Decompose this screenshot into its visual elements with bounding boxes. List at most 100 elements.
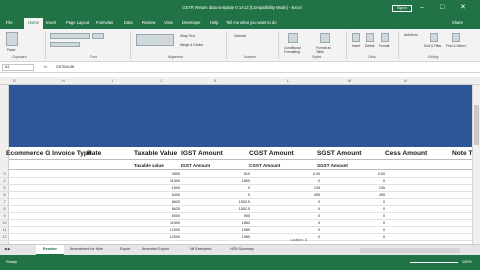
sheet-tab-export[interactable]: Export: [120, 247, 130, 251]
cell-sgst[interactable]: 0.00: [345, 172, 385, 176]
tab-insert[interactable]: Insert: [46, 20, 56, 25]
column-header-n[interactable]: N: [404, 79, 407, 83]
header-ecommerce-invoice-type[interactable]: Ecommerce G Invoice Type: [6, 150, 92, 157]
cell-taxable[interactable]: 1500: [150, 186, 180, 190]
alignment-icons[interactable]: [136, 34, 174, 46]
cell-taxable[interactable]: 8625: [150, 207, 180, 211]
tab-page-layout[interactable]: Page Layout: [66, 20, 89, 25]
subheader-igst-amount[interactable]: IGST Amount: [181, 163, 210, 168]
column-header-j[interactable]: J: [160, 79, 162, 83]
row-number[interactable]: 5: [0, 186, 9, 190]
row-number[interactable]: 6: [0, 193, 9, 197]
find-select-button[interactable]: Find & Select: [446, 44, 468, 48]
zoom-level[interactable]: 100%: [462, 260, 472, 264]
row-number[interactable]: 8: [0, 207, 9, 211]
cell-igst[interactable]: 0: [210, 186, 250, 190]
cell-cgst[interactable]: 0: [280, 179, 320, 183]
tell-me-search[interactable]: Tell me what you want to do: [226, 20, 277, 25]
sort-filter-button[interactable]: Sort & Filter: [424, 44, 442, 48]
tab-view[interactable]: View: [164, 20, 173, 25]
cell-taxable[interactable]: 5000: [150, 214, 180, 218]
sheet-nav-icon[interactable]: ◀ ▶: [4, 247, 11, 251]
cell-taxable[interactable]: 5400: [150, 193, 180, 197]
cell-igst[interactable]: 900: [210, 214, 250, 218]
cell-cgst[interactable]: 135: [280, 186, 320, 190]
delete-cells-button[interactable]: Delete: [365, 44, 375, 48]
autosum-button[interactable]: AutoSum: [404, 33, 418, 37]
cell-igst[interactable]: 1980: [210, 235, 250, 239]
row-number[interactable]: 7: [0, 200, 9, 204]
column-header-m[interactable]: M: [348, 79, 351, 83]
cell-igst[interactable]: 1863: [210, 221, 250, 225]
cell-igst[interactable]: 1552.5: [210, 207, 250, 211]
cell-sgst[interactable]: 0: [345, 200, 385, 204]
cell-cgst[interactable]: 0: [280, 214, 320, 218]
format-as-table-button[interactable]: Format as Table: [316, 46, 338, 54]
paste-icon[interactable]: [6, 32, 18, 46]
subheader-sgst-amount[interactable]: SGST Amount: [317, 163, 348, 168]
horizontal-scrollbar[interactable]: [360, 248, 460, 253]
cell-igst[interactable]: 1980: [210, 228, 250, 232]
cell-igst[interactable]: 0: [210, 193, 250, 197]
insert-cells-icon[interactable]: [352, 33, 360, 42]
paste-button[interactable]: Paste: [7, 48, 15, 52]
cell-cgst[interactable]: 0: [280, 228, 320, 232]
sort-filter-icon[interactable]: [430, 33, 438, 42]
tab-help[interactable]: Help: [210, 20, 218, 25]
row-number[interactable]: 9: [0, 214, 9, 218]
column-header-l[interactable]: L: [287, 79, 289, 83]
header-taxable-value[interactable]: Taxable Value: [134, 150, 177, 157]
header-sgst-amount[interactable]: SGST Amount: [317, 150, 361, 157]
sheet-tab-amendment-note[interactable]: Amendment for Note: [70, 247, 103, 251]
header-note[interactable]: Note T: [452, 150, 473, 157]
cell-cgst[interactable]: 0: [280, 221, 320, 225]
restore-icon[interactable]: □: [440, 4, 444, 12]
sheet-tab-hsn-summary[interactable]: HSN Summary: [230, 247, 254, 251]
cell-sgst[interactable]: 0: [345, 228, 385, 232]
scrollbar-thumb[interactable]: [474, 105, 479, 145]
wrap-text-button[interactable]: Wrap Text: [180, 34, 195, 38]
tab-review[interactable]: Review: [142, 20, 155, 25]
tab-file[interactable]: File: [6, 20, 13, 25]
cell-taxable[interactable]: 8625: [150, 200, 180, 204]
cell-igst[interactable]: 810: [210, 172, 250, 176]
cell-sgst[interactable]: 0: [345, 179, 385, 183]
zoom-slider[interactable]: [410, 262, 458, 263]
cell-taxable[interactable]: 4500: [150, 172, 180, 176]
cell-sgst[interactable]: 0: [345, 235, 385, 239]
subheader-cgst-amount[interactable]: CGST Amount: [249, 163, 280, 168]
sign-in-button[interactable]: Sign in: [392, 5, 412, 12]
name-box[interactable]: A1: [2, 64, 34, 71]
row-number[interactable]: 11: [0, 228, 9, 232]
vertical-scrollbar[interactable]: [472, 85, 480, 244]
cell-taxable[interactable]: 12000: [150, 235, 180, 239]
format-cells-button[interactable]: Format: [379, 44, 389, 48]
cell-taxable[interactable]: 11500: [150, 179, 180, 183]
font-name-select[interactable]: [50, 33, 90, 39]
row-number[interactable]: 3: [0, 172, 9, 176]
subheader-taxable-value[interactable]: Taxable value: [134, 163, 164, 168]
cell-igst[interactable]: 1552.5: [210, 200, 250, 204]
tab-data[interactable]: Data: [124, 20, 133, 25]
header-rate[interactable]: Rate: [87, 150, 101, 157]
column-header-g[interactable]: G: [13, 79, 16, 83]
minimize-icon[interactable]: –: [420, 4, 424, 12]
font-size-select[interactable]: [92, 33, 104, 39]
cell-igst[interactable]: 1800: [210, 179, 250, 183]
tab-home[interactable]: Home: [24, 18, 43, 29]
sheet-tab-nil-exempted[interactable]: Nil Exempted: [190, 247, 211, 251]
row-number[interactable]: 4: [0, 179, 9, 183]
tab-formulas[interactable]: Formulas: [96, 20, 113, 25]
share-button[interactable]: Share: [452, 20, 463, 25]
blue-banner-cell[interactable]: [9, 85, 472, 147]
cell-cgst[interactable]: 0: [280, 200, 320, 204]
tab-developer[interactable]: Developer: [182, 20, 201, 25]
header-igst-amount[interactable]: IGST Amount: [181, 150, 223, 157]
format-cells-icon[interactable]: [381, 33, 389, 42]
column-header-h[interactable]: H: [62, 79, 65, 83]
row-number[interactable]: 12: [0, 235, 9, 239]
column-header-i[interactable]: I: [112, 79, 113, 83]
cell-sgst[interactable]: 135: [345, 186, 385, 190]
cell-cgst[interactable]: 0.00: [280, 172, 320, 176]
fx-icon[interactable]: fx: [44, 64, 47, 69]
